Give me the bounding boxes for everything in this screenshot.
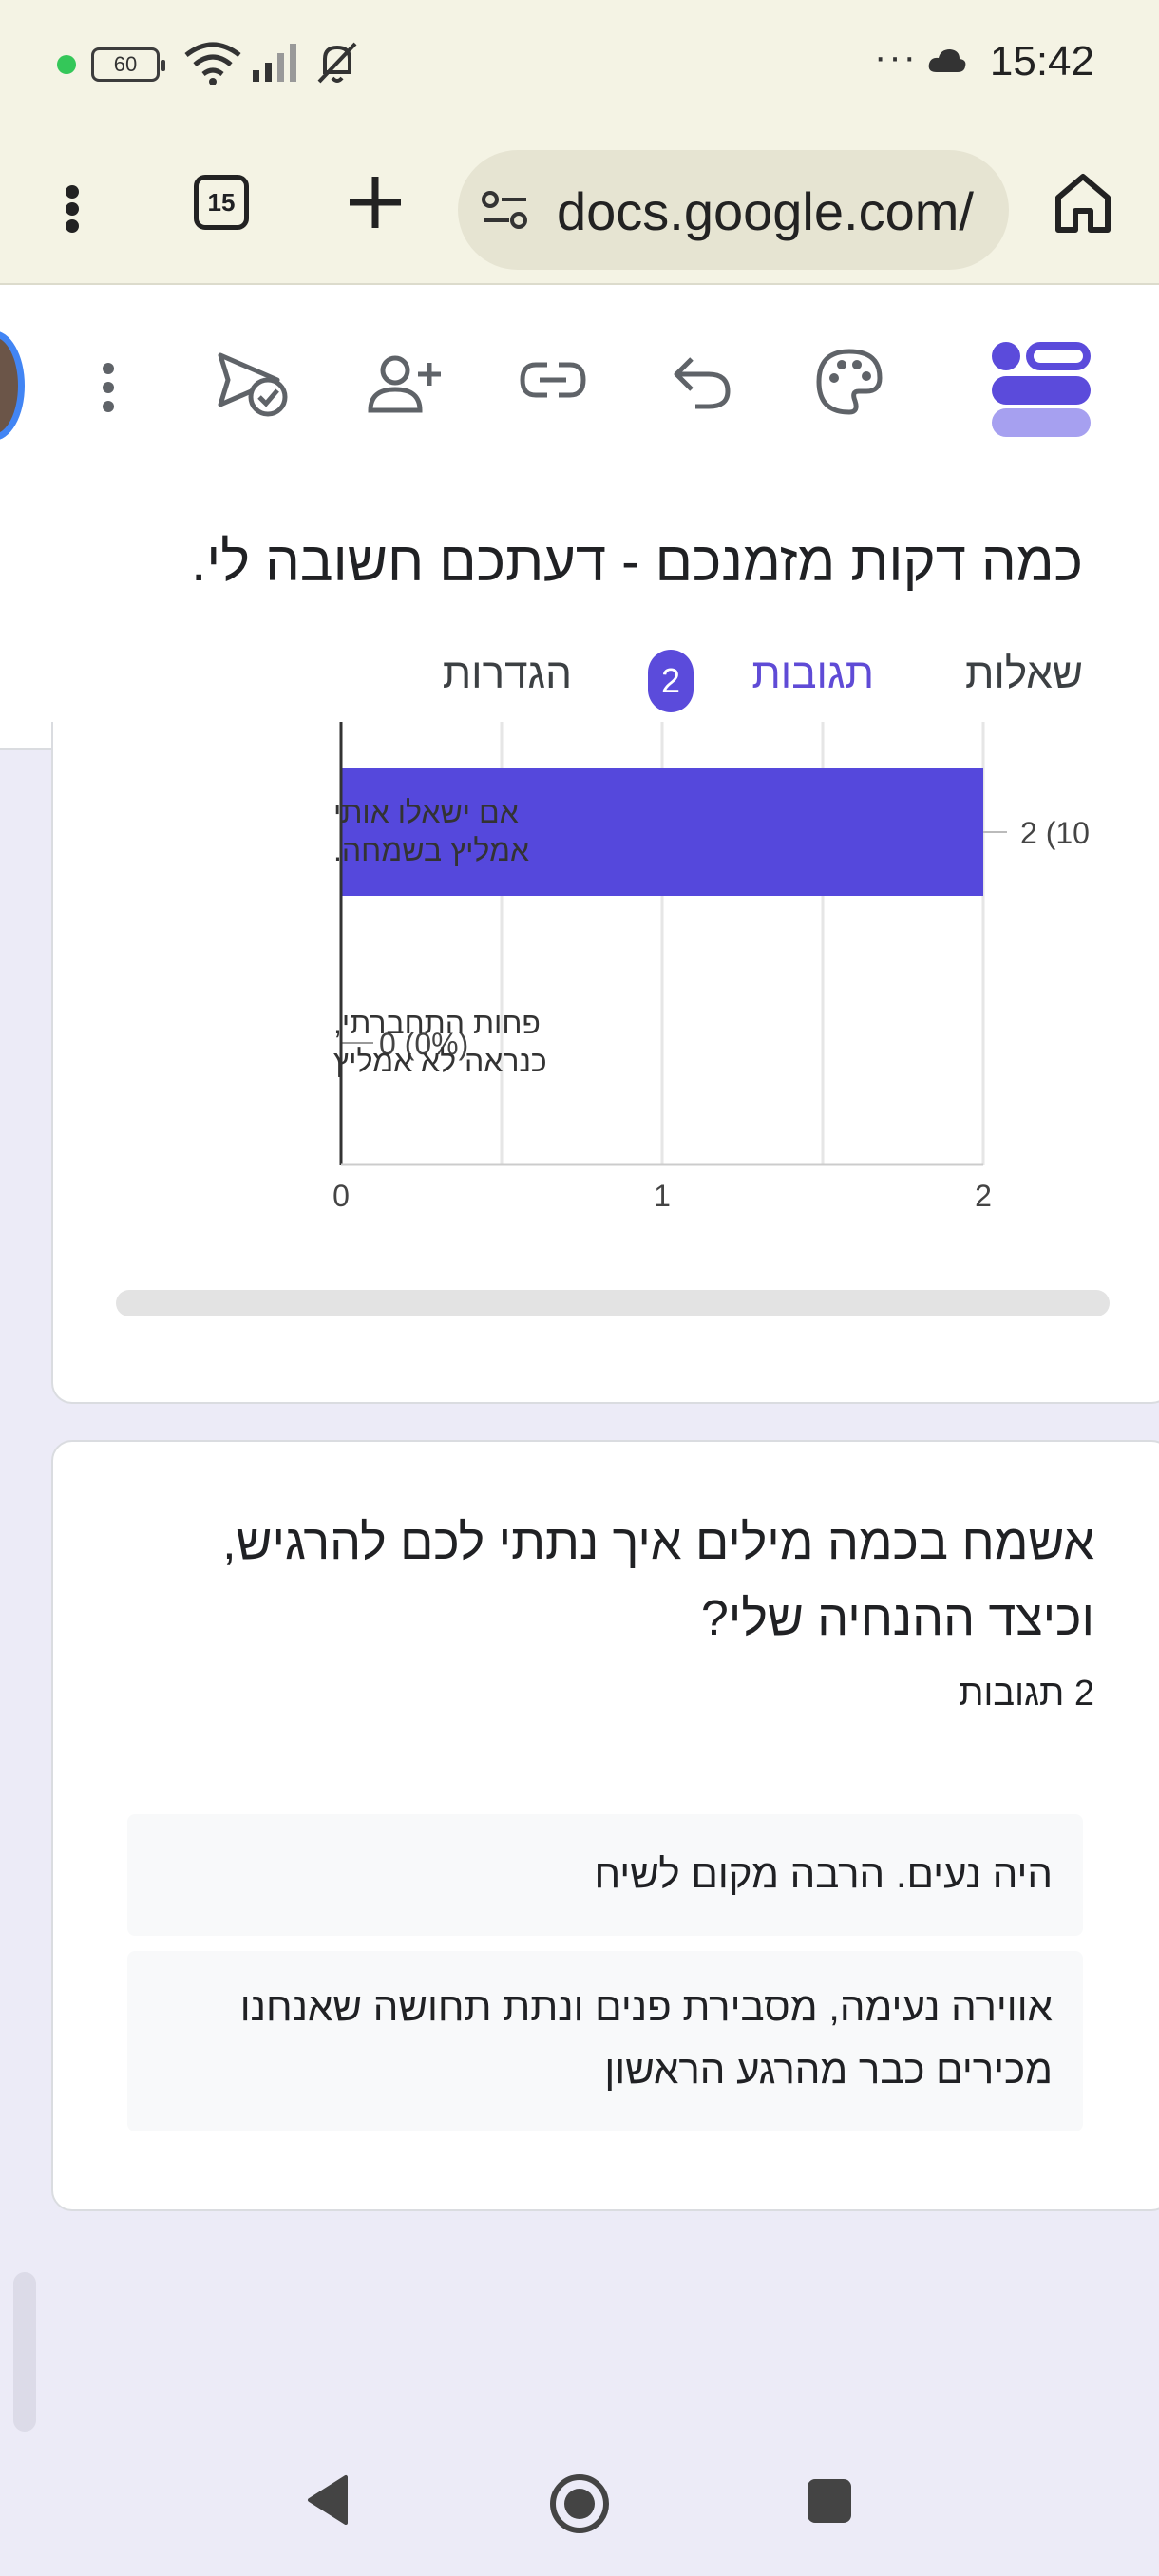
privacy-indicator-dot [57,55,76,74]
link-icon[interactable] [519,357,587,403]
tab-questions[interactable]: שאלות [965,651,1083,698]
chart-data-label: 2 (10 [1020,816,1090,850]
chart-category-label: פחות התחברתי, [333,1006,541,1040]
response-item: אווירה נעימה, מסבירת פנים ונתת תחושה שאנ… [127,1951,1083,2131]
question-title-line: אשמח בכמה מילים איך נתתי לכם להרגיש, [222,1515,1094,1570]
cloud-icon [928,49,966,72]
system-nav-bar [0,2432,1159,2576]
recents-icon[interactable] [804,2475,855,2527]
question-card: אשמח בכמה מילים איך נתתי לכם להרגיש, וכי… [51,1440,1159,2211]
back-icon[interactable] [300,2472,357,2529]
chart-category-label: אמליץ בשמחה. [333,833,529,867]
tab-settings[interactable]: הגדרות [443,651,572,698]
home-nav-icon[interactable] [547,2472,612,2536]
page-scrollbar[interactable] [13,2272,36,2432]
tab-switcher-button[interactable]: 15 [194,175,249,230]
bell-off-icon [317,42,357,84]
chart-tick-label: 2 [975,1179,992,1213]
more-options-icon[interactable] [91,353,125,422]
more-status-icons: ··· [874,36,918,78]
new-tab-icon[interactable] [342,169,408,236]
response-count: 2 תגובות [959,1674,1094,1714]
forms-logo-icon [992,342,1091,437]
question-title-line: וכיצד ההנחיה שלי? [700,1591,1094,1646]
chart-category-label: אם ישאלו אותי [333,795,519,829]
address-bar[interactable]: docs.google.com/ [458,150,1009,270]
undo-icon[interactable] [671,351,733,412]
tab-responses[interactable]: תגובות [751,651,874,698]
add-collaborator-icon[interactable] [367,353,443,416]
palette-icon[interactable] [815,348,884,416]
question-title: אשמח בכמה מילים איך נתתי לכם להרגיש, וכי… [144,1505,1094,1657]
chart-card: 2 (10 אם ישאלו אותי אמליץ בשמחה. 0 (0%) פחות… [51,722,1159,1404]
wifi-icon [184,42,241,85]
site-settings-icon[interactable] [481,188,530,232]
chart-tick-label: 0 [332,1179,350,1213]
home-icon[interactable] [1053,169,1113,236]
chart-tick-label: 1 [654,1179,671,1213]
clock: 15:42 [989,38,1094,85]
bar-chart: 2 (10אם ישאלו אותיאמליץ בשמחה.0 (0%)פחות… [332,722,1090,1213]
responses-count-badge: 2 [648,650,694,712]
forms-header: כמה דקות מזמנכם - דעתכם חשובה לי. שאלות … [0,285,1159,750]
form-title: כמה דקות מזמנכם - דעתכם חשובה לי. [191,531,1083,593]
chart-horizontal-scrollbar[interactable] [116,1290,1110,1316]
send-icon[interactable] [215,348,294,420]
url-text: docs.google.com/ [557,181,974,241]
signal-icon [253,44,296,82]
battery-icon: 60 [91,47,165,82]
browser-toolbar: 15 docs.google.com/ [0,133,1159,285]
response-item: היה נעים. הרבה מקום לשיח [127,1814,1083,1936]
avatar[interactable] [0,331,25,441]
chart-bar [341,768,983,896]
chart-category-label: כנראה לא אמליץ [333,1044,547,1078]
browser-menu-icon[interactable] [53,171,91,247]
status-bar: 60 ··· 15:42 [0,0,1159,133]
